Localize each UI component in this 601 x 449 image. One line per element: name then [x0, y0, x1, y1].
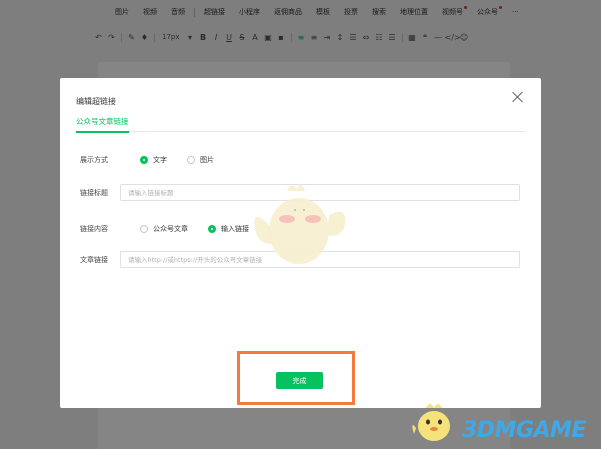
- link-content-input-radio[interactable]: 输入链接: [208, 224, 249, 234]
- dialog-title: 编辑超链接: [76, 97, 116, 106]
- radio-label: 文字: [153, 156, 167, 164]
- close-icon[interactable]: [511, 90, 525, 104]
- tab-official-account-article-link[interactable]: 公众号文章链接: [76, 116, 129, 133]
- radio-label: 输入链接: [221, 225, 249, 233]
- watermark-logo: 3DMGAME: [462, 418, 586, 443]
- display-mode-text-radio[interactable]: 文字: [140, 155, 167, 165]
- link-content-article-radio[interactable]: 公众号文章: [140, 224, 188, 234]
- display-mode-row: 展示方式 文字 图片: [80, 155, 521, 165]
- article-link-label: 文章链接: [80, 255, 108, 264]
- display-mode-label: 展示方式: [80, 156, 108, 164]
- radio-label: 图片: [200, 156, 214, 164]
- annotation-highlight-box: [237, 351, 355, 405]
- dialog-tabs: 公众号文章链接: [76, 116, 525, 133]
- radio-unchecked-icon: [140, 225, 148, 233]
- link-content-label: 链接内容: [80, 225, 108, 233]
- radio-checked-icon: [208, 225, 216, 233]
- radio-label: 公众号文章: [153, 225, 188, 233]
- link-title-label: 链接标题: [80, 188, 108, 197]
- watermark-mascot-icon: [412, 404, 450, 441]
- display-mode-image-radio[interactable]: 图片: [187, 155, 214, 165]
- mascot-watermark-icon: [254, 184, 346, 264]
- radio-checked-icon: [140, 156, 148, 164]
- radio-unchecked-icon: [187, 156, 195, 164]
